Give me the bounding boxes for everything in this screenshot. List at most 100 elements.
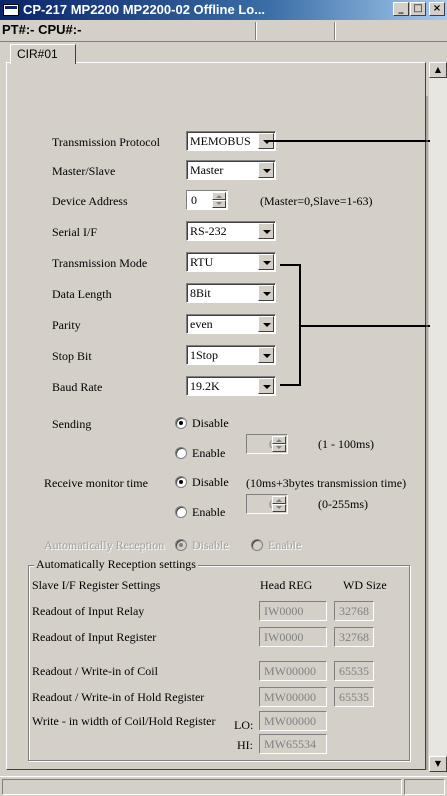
coil-size-field: 65535 [334,661,374,681]
data-length-value: 8Bit [190,286,211,300]
receive-enable-label: Enable [192,505,226,519]
size-grip-pane [404,779,445,795]
spin-up-icon[interactable] [212,192,226,200]
chevron-down-icon[interactable] [258,162,274,178]
device-address-label: Device Address [52,194,128,208]
auto-enable-label: Enable [268,538,302,552]
sending-disable-radio[interactable]: Disable [175,416,229,431]
spin-buttons [272,496,286,512]
scroll-down-icon[interactable]: ▼ [429,756,447,772]
pt-cpu-status-bar: PT#:- CPU#:- [0,20,447,42]
coil-label: Readout / Write-in of Coil [32,664,158,678]
hold-register-label: Readout / Write-in of Hold Register [32,690,205,704]
device-address-spinner[interactable]: 0 [186,190,228,210]
auto-disable-label: Disable [192,538,229,552]
sending-label: Sending [52,417,92,431]
master-slave-value: Master [190,163,224,177]
radio-icon [251,539,263,551]
bottom-status-bar [0,776,447,796]
lo-register-field: MW00000 [259,711,327,731]
receive-disable-note: (10ms+3bytes transmission time) [246,476,407,490]
baud-rate-value: 19.2K [190,379,220,393]
title-bar: CP-217 MP2200 MP2200-02 Offline Lo... _ … [0,0,447,20]
sending-enable-radio[interactable]: Enable [175,446,225,461]
auto-reception-label: Automatically Reception [44,538,165,552]
input-relay-head-field: IW0000 [259,601,327,621]
stop-bit-label: Stop Bit [52,349,92,363]
parity-select[interactable]: even [186,314,276,334]
radio-selected-icon [175,539,187,551]
pt-cpu-status-text: PT#:- CPU#:- [2,22,82,37]
baud-rate-label: Baud Rate [52,380,103,394]
spin-up-icon [272,436,286,444]
chevron-down-icon[interactable] [258,347,274,363]
chevron-down-icon[interactable] [258,285,274,301]
spin-buttons [272,436,286,452]
wd-size-column-header: WD Size [343,578,387,592]
protocol-label: Transmission Protocol [52,135,160,149]
hold-register-head-field: MW00000 [259,687,327,707]
sending-enable-label: Enable [192,446,226,460]
transmission-mode-value: RTU [190,255,214,269]
chevron-down-icon[interactable] [258,378,274,394]
serial-if-label: Serial I/F [52,225,97,239]
vertical-scrollbar[interactable]: ▲ ▼ [429,62,447,772]
sending-disable-label: Disable [192,416,229,430]
coil-head-field: MW00000 [259,661,327,681]
input-register-label: Readout of Input Register [32,630,157,644]
app-window-icon [3,4,19,16]
auto-disable-radio: Disable [175,538,229,553]
protocol-select[interactable]: MEMOBUS [186,131,276,151]
receive-enable-radio[interactable]: Enable [175,505,225,520]
window-title: CP-217 MP2200 MP2200-02 Offline Lo... [23,2,266,17]
head-reg-column-header: Head REG [260,578,313,592]
transmission-mode-select[interactable]: RTU [186,252,276,272]
receive-monitor-label: Receive monitor time [44,476,148,490]
close-button[interactable]: × [429,2,445,16]
group-legend: Automatically Reception settings [34,557,198,572]
radio-icon[interactable] [175,447,187,459]
chevron-down-icon[interactable] [258,254,274,270]
hi-label: HI: [237,738,253,752]
radio-selected-icon[interactable] [175,417,187,429]
radio-icon[interactable] [175,506,187,518]
slave-if-register-header: Slave I/F Register Settings [32,578,161,592]
chevron-down-icon[interactable] [258,133,274,149]
sending-time-spinner: 0 [246,434,288,454]
spin-down-icon [272,504,286,512]
minimize-button[interactable]: _ [393,2,409,16]
stop-bit-select[interactable]: 1Stop [186,345,276,365]
parity-value: even [190,317,213,331]
status-divider [255,22,257,40]
spin-down-icon[interactable] [212,200,226,208]
spin-up-icon [272,496,286,504]
transmission-mode-label: Transmission Mode [52,256,148,270]
input-register-size-field: 32768 [334,627,374,647]
scroll-up-icon[interactable]: ▲ [429,62,447,78]
data-length-label: Data Length [52,287,112,301]
master-slave-select[interactable]: Master [186,160,276,180]
input-register-head-field: IW0000 [259,627,327,647]
stop-bit-value: 1Stop [190,348,219,362]
chevron-down-icon[interactable] [258,316,274,332]
spin-down-icon [272,444,286,452]
serial-if-value: RS-232 [190,224,227,238]
tab-cir01[interactable]: CIR#01 [10,44,76,64]
status-pane [2,779,402,795]
device-address-value: 0 [191,193,197,207]
serial-if-select[interactable]: RS-232 [186,221,276,241]
radio-selected-icon[interactable] [175,476,187,488]
receive-time-spinner: 0 [246,494,288,514]
input-relay-label: Readout of Input Relay [32,604,145,618]
receive-disable-label: Disable [192,475,229,489]
protocol-value: MEMOBUS [190,134,251,148]
receive-range-hint: (0-255ms) [318,497,368,511]
chevron-down-icon[interactable] [258,223,274,239]
spin-buttons[interactable] [212,192,226,208]
maximize-button[interactable]: □ [410,2,426,16]
baud-rate-select[interactable]: 19.2K [186,376,276,396]
hold-register-size-field: 65535 [334,687,374,707]
data-length-select[interactable]: 8Bit [186,283,276,303]
input-relay-size-field: 32768 [334,601,374,621]
receive-disable-radio[interactable]: Disable [175,475,229,490]
